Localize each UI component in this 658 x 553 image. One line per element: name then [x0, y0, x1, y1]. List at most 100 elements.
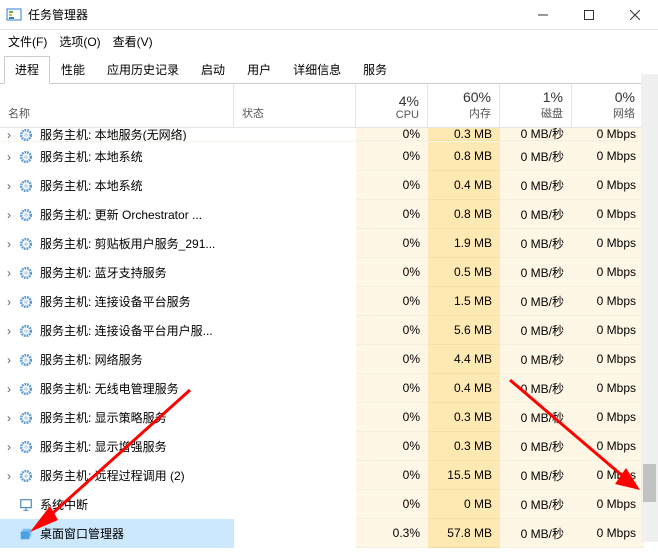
- expand-icon[interactable]: ›: [0, 440, 18, 454]
- process-name: 服务主机: 连接设备平台用户服...: [40, 322, 234, 339]
- process-name: 桌面窗口管理器: [40, 525, 234, 542]
- cell-cpu: 0%: [356, 287, 428, 316]
- process-name: 服务主机: 更新 Orchestrator ...: [40, 206, 234, 223]
- gear-icon: [18, 410, 34, 426]
- cell-cpu: 0.3%: [356, 519, 428, 548]
- expand-icon[interactable]: ›: [0, 295, 18, 309]
- cell-disk: 0 MB/秒: [500, 345, 572, 374]
- cell-net: 0 Mbps: [572, 142, 644, 171]
- expand-icon[interactable]: ›: [0, 324, 18, 338]
- tab-2[interactable]: 应用历史记录: [96, 56, 190, 83]
- expand-icon[interactable]: ›: [0, 353, 18, 367]
- cell-mem: 0.3 MB: [428, 432, 500, 461]
- table-row[interactable]: ›服务主机: 无线电管理服务0%0.4 MB0 MB/秒0 Mbps: [0, 374, 658, 403]
- expand-icon[interactable]: ›: [0, 237, 18, 251]
- gear-icon: [18, 381, 34, 397]
- titlebar: 任务管理器: [0, 0, 658, 30]
- tab-6[interactable]: 服务: [352, 56, 398, 83]
- cell-disk: 0 MB/秒: [500, 142, 572, 171]
- window-icon: [18, 526, 34, 542]
- table-row[interactable]: ›服务主机: 网络服务0%4.4 MB0 MB/秒0 Mbps: [0, 345, 658, 374]
- cell-mem: 15.5 MB: [428, 461, 500, 490]
- expand-icon[interactable]: ›: [0, 382, 18, 396]
- gear-icon: [18, 352, 34, 368]
- table-row[interactable]: ›服务主机: 更新 Orchestrator ...0%0.8 MB0 MB/秒…: [0, 200, 658, 229]
- cell-cpu: 0%: [356, 128, 428, 141]
- expand-icon[interactable]: ›: [0, 128, 18, 142]
- tab-5[interactable]: 详细信息: [282, 56, 352, 83]
- menubar: 文件(F) 选项(O) 查看(V): [0, 30, 658, 52]
- tab-4[interactable]: 用户: [236, 56, 282, 83]
- table-row[interactable]: ›服务主机: 远程过程调用 (2)0%15.5 MB0 MB/秒0 Mbps: [0, 461, 658, 490]
- col-mem[interactable]: 60%内存: [428, 84, 500, 127]
- col-name[interactable]: 名称: [0, 84, 234, 127]
- table-row[interactable]: ›服务主机: 本地系统0%0.4 MB0 MB/秒0 Mbps: [0, 171, 658, 200]
- cell-disk: 0 MB/秒: [500, 316, 572, 345]
- process-name: 服务主机: 显示增强服务: [40, 438, 234, 455]
- gear-icon: [18, 149, 34, 165]
- table-row[interactable]: 桌面窗口管理器0.3%57.8 MB0 MB/秒0 Mbps: [0, 519, 658, 548]
- cell-disk: 0 MB/秒: [500, 490, 572, 519]
- menu-file[interactable]: 文件(F): [8, 33, 47, 50]
- menu-view[interactable]: 查看(V): [113, 33, 153, 50]
- maximize-button[interactable]: [566, 0, 612, 30]
- table-row[interactable]: ›服务主机: 蓝牙支持服务0%0.5 MB0 MB/秒0 Mbps: [0, 258, 658, 287]
- cell-cpu: 0%: [356, 490, 428, 519]
- col-net[interactable]: 0%网络: [572, 84, 644, 127]
- tab-1[interactable]: 性能: [50, 56, 96, 83]
- menu-options[interactable]: 选项(O): [59, 33, 100, 50]
- cell-net: 0 Mbps: [572, 374, 644, 403]
- expand-icon[interactable]: ›: [0, 266, 18, 280]
- cell-mem: 0.8 MB: [428, 200, 500, 229]
- expand-icon[interactable]: ›: [0, 150, 18, 164]
- table-row[interactable]: ›服务主机: 本地系统0%0.8 MB0 MB/秒0 Mbps: [0, 142, 658, 171]
- cell-net: 0 Mbps: [572, 490, 644, 519]
- cell-disk: 0 MB/秒: [500, 287, 572, 316]
- process-name: 服务主机: 本地服务(无网络): [40, 128, 234, 142]
- table-row[interactable]: ›服务主机: 连接设备平台服务0%1.5 MB0 MB/秒0 Mbps: [0, 287, 658, 316]
- gear-icon: [18, 236, 34, 252]
- close-button[interactable]: [612, 0, 658, 30]
- process-name: 服务主机: 无线电管理服务: [40, 380, 234, 397]
- scrollbar-thumb[interactable]: [643, 464, 656, 502]
- process-name: 服务主机: 显示策略服务: [40, 409, 234, 426]
- cell-mem: 0.4 MB: [428, 374, 500, 403]
- col-status[interactable]: 状态: [234, 84, 356, 127]
- cell-net: 0 Mbps: [572, 432, 644, 461]
- table-row[interactable]: ›服务主机: 显示增强服务0%0.3 MB0 MB/秒0 Mbps: [0, 432, 658, 461]
- col-cpu[interactable]: 4%CPU: [356, 84, 428, 127]
- cell-disk: 0 MB/秒: [500, 461, 572, 490]
- table-row[interactable]: ›服务主机: 显示策略服务0%0.3 MB0 MB/秒0 Mbps: [0, 403, 658, 432]
- process-name: 服务主机: 本地系统: [40, 148, 234, 165]
- expand-icon[interactable]: ›: [0, 208, 18, 222]
- expand-icon[interactable]: ›: [0, 411, 18, 425]
- cell-disk: 0 MB/秒: [500, 519, 572, 548]
- expand-icon[interactable]: ›: [0, 469, 18, 483]
- tabs: 进程性能应用历史记录启动用户详细信息服务: [0, 56, 658, 84]
- tab-0[interactable]: 进程: [4, 56, 50, 84]
- expand-icon[interactable]: ›: [0, 179, 18, 193]
- tab-3[interactable]: 启动: [190, 56, 236, 83]
- table-header: 名称 状态 4%CPU 60%内存 1%磁盘 0%网络: [0, 84, 658, 128]
- cell-mem: 1.5 MB: [428, 287, 500, 316]
- cell-mem: 5.6 MB: [428, 316, 500, 345]
- table-row[interactable]: ›服务主机: 本地服务(无网络)0%0.3 MB0 MB/秒0 Mbps: [0, 128, 658, 142]
- minimize-button[interactable]: [520, 0, 566, 30]
- cell-net: 0 Mbps: [572, 128, 644, 141]
- cell-net: 0 Mbps: [572, 461, 644, 490]
- monitor-icon: [18, 497, 34, 513]
- col-disk[interactable]: 1%磁盘: [500, 84, 572, 127]
- gear-icon: [18, 207, 34, 223]
- cell-net: 0 Mbps: [572, 519, 644, 548]
- gear-icon: [18, 265, 34, 281]
- scrollbar[interactable]: [641, 74, 658, 542]
- cell-cpu: 0%: [356, 345, 428, 374]
- cell-mem: 0.3 MB: [428, 128, 500, 141]
- gear-icon: [18, 323, 34, 339]
- table-row[interactable]: 系统中断0%0 MB0 MB/秒0 Mbps: [0, 490, 658, 519]
- table-row[interactable]: ›服务主机: 剪贴板用户服务_291...0%1.9 MB0 MB/秒0 Mbp…: [0, 229, 658, 258]
- cell-net: 0 Mbps: [572, 258, 644, 287]
- cell-net: 0 Mbps: [572, 200, 644, 229]
- table-row[interactable]: ›服务主机: 连接设备平台用户服...0%5.6 MB0 MB/秒0 Mbps: [0, 316, 658, 345]
- cell-net: 0 Mbps: [572, 316, 644, 345]
